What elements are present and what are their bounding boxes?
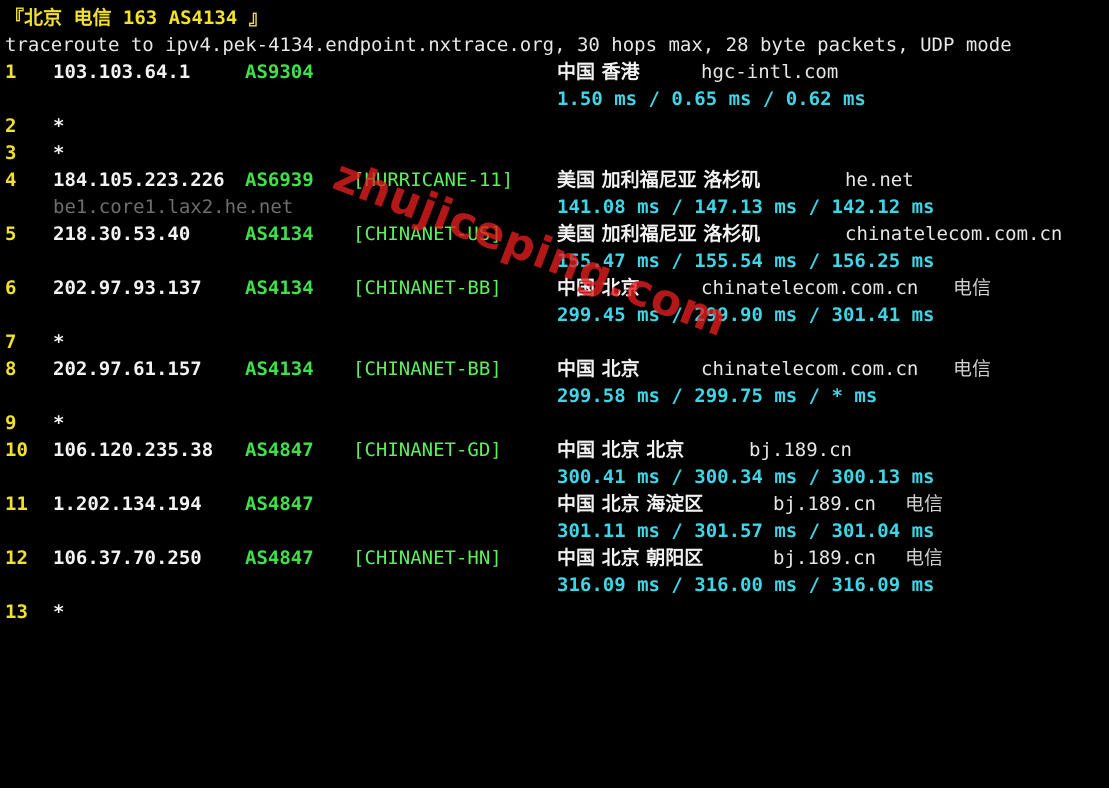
section-title: 『北京 电信 163 AS4134 』 — [5, 7, 268, 29]
hop-geo: 中国 北京 朝阳区 — [557, 547, 704, 569]
hop-ip: 103.103.64.1 — [53, 61, 191, 83]
hop-asn: AS4847 — [245, 439, 314, 461]
hop-asn: AS4134 — [245, 277, 314, 299]
hop-number: 6 — [5, 277, 17, 299]
hop-host: bj.189.cn — [773, 493, 876, 515]
hop-row: 8 202.97.61.157 AS4134 [CHINANET-BB] 中国 … — [5, 356, 991, 383]
hop-ip: 184.105.223.226 — [53, 169, 225, 191]
hop-asn: AS4847 — [245, 493, 314, 515]
hop-row: 12 106.37.70.250 AS4847 [CHINANET-HN] 中国… — [5, 545, 943, 572]
hop-tag: [HURRICANE-11] — [353, 169, 514, 191]
hop-geo: 中国 北京 海淀区 — [557, 493, 704, 515]
hop-timeout: * — [53, 412, 65, 434]
hop-row: 13 * — [5, 599, 64, 626]
hop-number: 2 — [5, 115, 17, 137]
hop-row: 10 106.120.235.38 AS4847 [CHINANET-GD] 中… — [5, 437, 852, 464]
hop-number: 8 — [5, 358, 17, 380]
hop-geo: 中国 北京 北京 — [557, 439, 685, 461]
hop-row: 2 * — [5, 113, 64, 140]
hop-number: 1 — [5, 61, 17, 83]
hop-asn: AS4847 — [245, 547, 314, 569]
hop-rtt-row: 155.47 ms / 155.54 ms / 156.25 ms — [5, 248, 935, 275]
hop-tag: [CHINANET-HN] — [353, 547, 502, 569]
hop-ip: 106.120.235.38 — [53, 439, 214, 461]
hop-geo: 美国 加利福尼亚 洛杉矶 — [557, 223, 761, 245]
hop-number: 9 — [5, 412, 17, 434]
hop-row: 3 * — [5, 140, 64, 167]
hop-rtt: 155.47 ms / 155.54 ms / 156.25 ms — [557, 250, 935, 272]
hop-rtt-row: 299.58 ms / 299.75 ms / * ms — [5, 383, 877, 410]
hop-number: 7 — [5, 331, 17, 353]
hop-timeout: * — [53, 115, 65, 137]
hop-row: 1 103.103.64.1 AS9304 中国 香港 hgc-intl.com — [5, 59, 838, 86]
hop-host: he.net — [845, 169, 914, 191]
hop-rtt: 299.45 ms / 299.90 ms / 301.41 ms — [557, 304, 935, 326]
hop-tag: [CHINANET-BB] — [353, 277, 502, 299]
hop-timeout: * — [53, 142, 65, 164]
hop-rtt: 141.08 ms / 147.13 ms / 142.12 ms — [557, 196, 935, 218]
hop-asn: AS4134 — [245, 358, 314, 380]
hop-geo: 中国 香港 — [557, 61, 640, 83]
hop-geo: 美国 加利福尼亚 洛杉矶 — [557, 169, 761, 191]
hop-ip: 202.97.93.137 — [53, 277, 202, 299]
hop-isp: 电信 — [905, 547, 944, 569]
hop-rtt: 1.50 ms / 0.65 ms / 0.62 ms — [557, 88, 866, 110]
hop-rtt-row: 300.41 ms / 300.34 ms / 300.13 ms — [5, 464, 935, 491]
hop-host: bj.189.cn — [773, 547, 876, 569]
hop-row: 7 * — [5, 329, 64, 356]
hop-host: chinatelecom.com.cn — [845, 223, 1063, 245]
hop-number: 3 — [5, 142, 17, 164]
hop-ip: 106.37.70.250 — [53, 547, 202, 569]
hop-tag: [CHINANET-GD] — [353, 439, 502, 461]
hop-rtt-row: 1.50 ms / 0.65 ms / 0.62 ms — [5, 86, 866, 113]
hop-asn: AS6939 — [245, 169, 314, 191]
hop-asn: AS4134 — [245, 223, 314, 245]
hop-isp: 电信 — [953, 358, 992, 380]
hop-host: chinatelecom.com.cn — [701, 277, 919, 299]
hop-row: 4 184.105.223.226 AS6939 [HURRICANE-11] … — [5, 167, 914, 194]
hop-rtt-row: be1.core1.lax2.he.net 141.08 ms / 147.13… — [5, 194, 935, 221]
hop-row: 9 * — [5, 410, 64, 437]
hop-isp: 电信 — [953, 277, 992, 299]
hop-row: 11 1.202.134.194 AS4847 中国 北京 海淀区 bj.189… — [5, 491, 943, 518]
hop-geo: 中国 北京 — [557, 358, 640, 380]
hop-rtt-row: 316.09 ms / 316.00 ms / 316.09 ms — [5, 572, 935, 599]
hop-tag: [CHINANET-BB] — [353, 358, 502, 380]
hop-rtt: 299.58 ms / 299.75 ms / * ms — [557, 385, 878, 407]
hop-number: 12 — [5, 547, 28, 569]
hop-number: 11 — [5, 493, 28, 515]
hop-rtt: 316.09 ms / 316.00 ms / 316.09 ms — [557, 574, 935, 596]
hop-number: 10 — [5, 439, 28, 461]
hop-number: 5 — [5, 223, 17, 245]
hop-ip: 1.202.134.194 — [53, 493, 202, 515]
hop-row: 5 218.30.53.40 AS4134 [CHINANET-US] 美国 加… — [5, 221, 1062, 248]
hop-isp: 电信 — [905, 493, 944, 515]
hop-ip: 218.30.53.40 — [53, 223, 191, 245]
hop-number: 13 — [5, 601, 28, 623]
hop-rtt: 301.11 ms / 301.57 ms / 301.04 ms — [557, 520, 935, 542]
hop-timeout: * — [53, 331, 65, 353]
hop-tag: [CHINANET-US] — [353, 223, 502, 245]
hop-geo: 中国 北京 — [557, 277, 640, 299]
hop-rtt: 300.41 ms / 300.34 ms / 300.13 ms — [557, 466, 935, 488]
hop-asn: AS9304 — [245, 61, 314, 83]
hop-rtt-row: 299.45 ms / 299.90 ms / 301.41 ms — [5, 302, 935, 329]
hop-host: chinatelecom.com.cn — [701, 358, 919, 380]
hop-host: bj.189.cn — [749, 439, 852, 461]
hop-ip: 202.97.61.157 — [53, 358, 202, 380]
traceroute-command: traceroute to ipv4.pek-4134.endpoint.nxt… — [5, 34, 1012, 56]
hop-host: hgc-intl.com — [701, 61, 839, 83]
hop-row: 6 202.97.93.137 AS4134 [CHINANET-BB] 中国 … — [5, 275, 991, 302]
hop-timeout: * — [53, 601, 65, 623]
hop-rtt-row: 301.11 ms / 301.57 ms / 301.04 ms — [5, 518, 935, 545]
hop-number: 4 — [5, 169, 17, 191]
hop-ptr: be1.core1.lax2.he.net — [53, 196, 294, 218]
